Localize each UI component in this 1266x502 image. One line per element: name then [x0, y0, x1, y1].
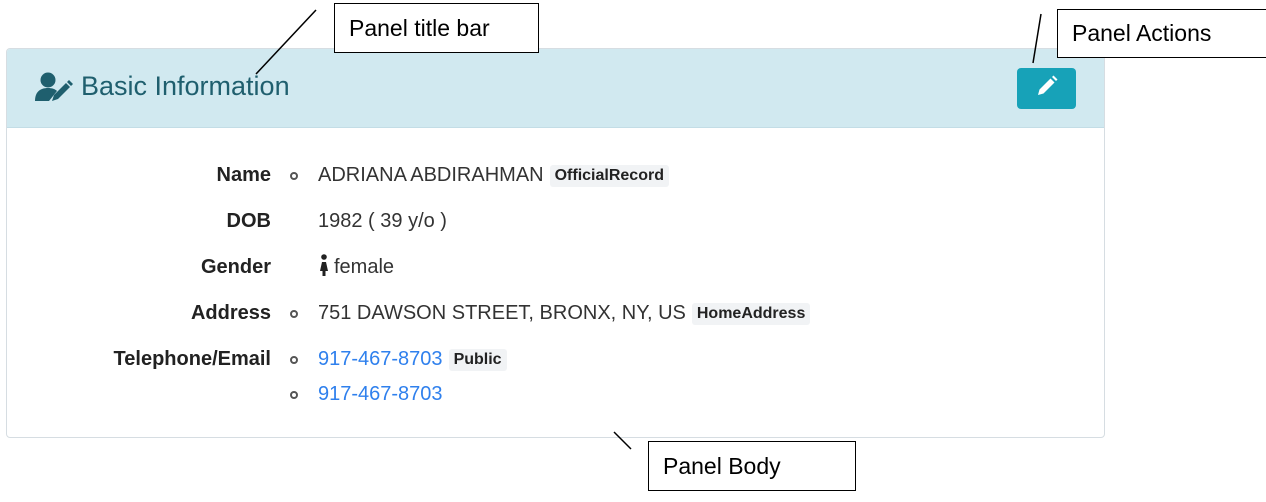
name-label: Name: [216, 164, 271, 186]
pencil-icon: [1036, 75, 1058, 102]
callout-panel-title-bar: Panel title bar: [334, 3, 539, 53]
name-bullet: [290, 172, 298, 180]
address-bullet: [290, 310, 298, 318]
phone-link[interactable]: 917-467-8703: [318, 383, 443, 405]
name-text: ADRIANA ABDIRAHMAN: [318, 164, 544, 186]
phone-link[interactable]: 917-467-8703: [318, 348, 443, 370]
address-label: Address: [190, 302, 271, 324]
gender-label: Gender: [200, 256, 271, 278]
stage: Basic Information Name ADRIANA ABDIRAHMA…: [0, 0, 1266, 502]
address-type-tag: HomeAddress: [691, 303, 811, 325]
panel-title-bar: Basic Information: [7, 49, 1104, 128]
callout-panel-actions: Panel Actions: [1057, 9, 1266, 58]
gender-value: female: [318, 254, 394, 280]
address-value: 751 DAWSON STREET, BRONX, NY, US HomeAddr…: [318, 300, 811, 326]
dob-label: DOB: [226, 210, 271, 232]
contact-bullet: [290, 356, 298, 364]
dob-value: 1982 ( 39 y/o ): [318, 210, 447, 232]
panel-title: Basic Information: [81, 71, 290, 101]
female-icon: [318, 254, 330, 276]
basic-information-panel: Basic Information Name ADRIANA ABDIRAHMA…: [6, 48, 1105, 438]
address-text: 751 DAWSON STREET, BRONX, NY, US: [318, 302, 686, 324]
callout-panel-body: Panel Body: [648, 441, 856, 491]
contact-bullet: [290, 391, 298, 399]
contact-visibility-tag: Public: [448, 349, 507, 371]
gender-text: female: [334, 256, 395, 278]
user-edit-icon: [35, 71, 75, 103]
name-record-tag: OfficialRecord: [549, 165, 669, 187]
contact-item: 917-467-8703 Public: [318, 346, 507, 372]
contact-label: Telephone/Email: [113, 348, 271, 370]
contact-item: 917-467-8703: [318, 381, 443, 407]
edit-button[interactable]: [1017, 68, 1076, 109]
name-value: ADRIANA ABDIRAHMAN OfficialRecord: [318, 162, 669, 188]
